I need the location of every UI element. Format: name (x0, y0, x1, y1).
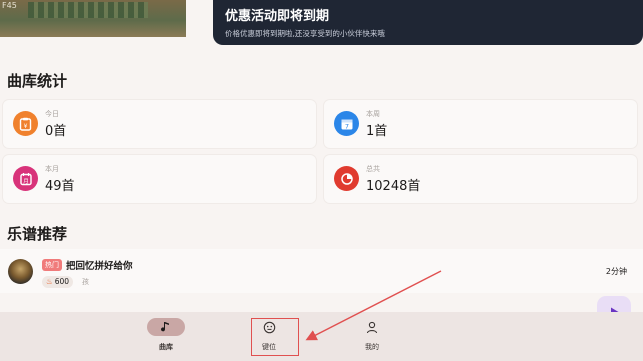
heat-badge: ♨ 600 (42, 276, 74, 288)
svg-text:¥: ¥ (24, 123, 28, 130)
person-icon (353, 318, 391, 336)
stats-section-title: 曲库统计 (7, 72, 68, 90)
annotation-highlight-box (251, 318, 299, 356)
promo-subtitle: 价格优惠即将到期啦,还没享受到的小伙伴快来哦 (225, 29, 385, 38)
stat-label: 本月 (45, 165, 59, 173)
stat-card-week[interactable]: 7 本周 1首 (324, 100, 637, 148)
banner-image-left[interactable]: F45 (0, 0, 186, 37)
bottom-nav: 曲库 键位 我的 (0, 312, 643, 361)
composer-name: 孩 (82, 278, 89, 286)
stat-card-total[interactable]: 总共 10248首 (324, 155, 637, 203)
banner-scenery (28, 2, 148, 18)
stat-label: 总共 (366, 165, 380, 173)
svg-text:7: 7 (344, 122, 348, 130)
stat-card-today[interactable]: ¥ 今日 0首 (3, 100, 316, 148)
song-duration: 2分钟 (605, 267, 627, 276)
calendar-month-icon: 月 (13, 166, 38, 191)
promo-title: 优惠活动即将到期 (225, 9, 330, 24)
music-note-icon (147, 318, 185, 336)
stat-value: 10248首 (366, 179, 421, 194)
composer-avatar (8, 259, 33, 284)
promo-banner[interactable]: 优惠活动即将到期 价格优惠即将到期啦,还没享受到的小伙伴快来哦 (213, 0, 643, 45)
stat-label: 今日 (45, 110, 59, 118)
song-title: 把回忆拼好给你 (66, 261, 133, 272)
calendar-week-icon: 7 (334, 111, 359, 136)
heat-count: 600 (54, 277, 70, 286)
svg-text:月: 月 (23, 178, 29, 185)
stat-label: 本周 (366, 110, 380, 118)
nav-item-library[interactable]: 曲库 (142, 318, 190, 358)
recommend-section-title: 乐谱推荐 (7, 225, 68, 243)
flame-icon: ♨ (46, 277, 53, 286)
stat-value: 49首 (45, 179, 75, 194)
nav-label: 曲库 (159, 343, 173, 351)
hot-badge: 热门 (42, 259, 62, 271)
score-list-item[interactable]: 热门 把回忆拼好给你 ♨ 600 孩 2分钟 (0, 249, 643, 293)
nav-item-profile[interactable]: 我的 (348, 318, 396, 358)
stat-value: 1首 (366, 124, 388, 139)
clipboard-icon: ¥ (13, 111, 38, 136)
banner-corner-label: F45 (2, 1, 17, 10)
stat-card-month[interactable]: 月 本月 49首 (3, 155, 316, 203)
pie-chart-icon (334, 166, 359, 191)
stat-value: 0首 (45, 124, 67, 139)
nav-label: 我的 (365, 343, 379, 351)
